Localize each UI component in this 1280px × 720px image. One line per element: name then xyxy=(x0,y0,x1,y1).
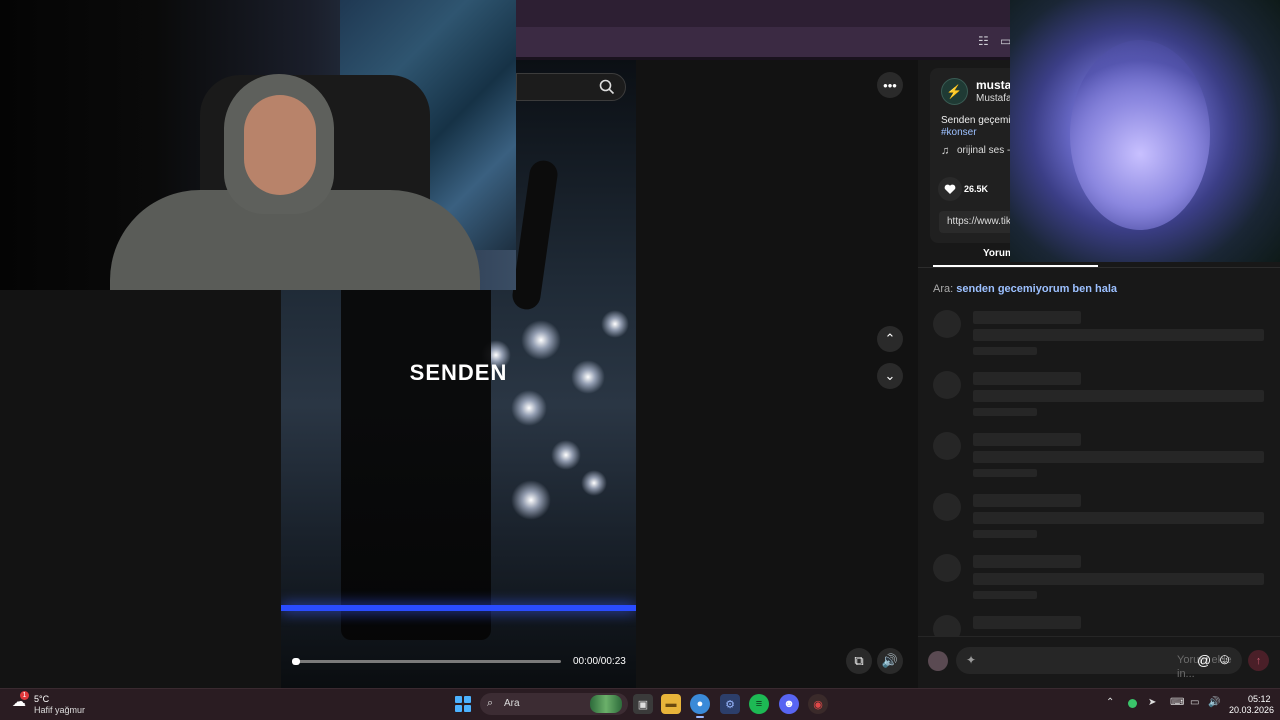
windows-logo-tile xyxy=(464,696,471,703)
video-description: Senden geçemiy xyxy=(941,115,1016,126)
streamer-webcam xyxy=(0,0,516,290)
speaker-icon: 🔊 xyxy=(881,653,899,668)
reaction-monkey xyxy=(1070,40,1210,230)
chevron-up-icon: ⌃ xyxy=(884,331,896,346)
search-suggestion-label: Ara: xyxy=(933,283,954,295)
start-button[interactable] xyxy=(455,696,471,712)
taskbar-search-placeholder: Ara xyxy=(504,698,520,709)
comment-skeleton-avatar xyxy=(933,310,961,338)
share-link-field[interactable]: https://www.tik xyxy=(939,211,1014,233)
windows-logo-tile xyxy=(464,705,471,712)
author-avatar[interactable]: ⚡ xyxy=(941,78,968,105)
comment-skeleton-line xyxy=(973,372,1081,385)
display-icon[interactable]: ▭ xyxy=(1190,697,1199,708)
windows-logo-tile xyxy=(455,705,462,712)
music-note-icon: ♫ xyxy=(941,145,950,157)
weather-condition[interactable]: Hafif yağmur xyxy=(34,705,85,715)
comment-skeleton-line xyxy=(973,469,1037,477)
translate-icon[interactable]: ☷ xyxy=(978,34,989,48)
weather-temperature[interactable]: 5°C xyxy=(34,694,49,704)
video-time: 00:00/00:23 xyxy=(573,656,626,667)
search-highlight-art xyxy=(590,695,622,713)
comment-skeleton-line xyxy=(973,408,1037,416)
comment-skeleton-line xyxy=(973,616,1081,629)
keyboard-icon[interactable]: ⌨ xyxy=(1170,697,1184,708)
crowd-light xyxy=(511,480,551,520)
more-options-button[interactable]: ••• xyxy=(877,72,903,98)
next-video-button[interactable]: ⌄ xyxy=(877,363,903,389)
like-button[interactable] xyxy=(938,177,962,201)
speaker-icon[interactable]: 🔊 xyxy=(1208,697,1220,708)
clock-date[interactable]: 20.03.2026 xyxy=(1229,705,1274,715)
like-count: 26.5K xyxy=(964,184,989,194)
comment-skeleton-line xyxy=(973,329,1264,341)
emoji-icon[interactable]: ☺ xyxy=(1217,651,1232,668)
comment-skeleton-line xyxy=(973,573,1264,585)
progress-bar[interactable] xyxy=(293,660,561,663)
author-handle: Mustafa xyxy=(976,93,1012,104)
comment-skeleton-line xyxy=(973,347,1037,355)
volume-button[interactable]: 🔊 xyxy=(877,648,903,674)
performer-arm xyxy=(510,158,560,312)
comment-skeleton-line xyxy=(973,390,1264,402)
comment-skeleton-line xyxy=(973,451,1264,463)
comment-skeleton-line xyxy=(973,555,1081,568)
comment-skeleton-avatar xyxy=(933,554,961,582)
windows-logo-tile xyxy=(455,696,462,703)
task-view-icon[interactable]: ▣ xyxy=(633,694,653,714)
clock-time[interactable]: 05:12 xyxy=(1248,694,1271,704)
left-gutter xyxy=(0,290,281,688)
comment-skeleton-line xyxy=(973,591,1037,599)
crowd-light xyxy=(551,440,581,470)
comment-skeleton-line xyxy=(973,433,1081,446)
hashtag-link[interactable]: #konser xyxy=(941,127,977,138)
comment-skeleton-avatar xyxy=(933,371,961,399)
settings-app-icon[interactable]: ⚙ xyxy=(720,694,740,714)
crowd-light xyxy=(521,320,561,360)
picture-in-picture-icon: ⧉ xyxy=(854,653,864,668)
file-explorer-icon[interactable]: ▬ xyxy=(661,694,681,714)
search-suggestion-query[interactable]: senden gecemiyorum ben hala xyxy=(956,283,1117,295)
crowd-light xyxy=(511,390,547,426)
search-icon: ⌕ xyxy=(487,697,494,709)
discord-icon[interactable]: ☻ xyxy=(779,694,799,714)
arrow-up-icon: ↑ xyxy=(1255,654,1262,667)
gif-icon[interactable]: ✦ xyxy=(966,653,976,667)
chrome-icon[interactable]: ● xyxy=(690,694,710,714)
chevron-up-icon[interactable]: ⌃ xyxy=(1106,697,1114,708)
crowd-light xyxy=(581,470,607,496)
comment-skeleton-line xyxy=(973,512,1264,524)
user-avatar[interactable] xyxy=(928,651,948,671)
tab-divider xyxy=(918,267,1280,268)
search-icon[interactable] xyxy=(598,78,616,96)
send-comment-button[interactable]: ↑ xyxy=(1248,650,1269,671)
spotify-icon[interactable]: ≡ xyxy=(749,694,769,714)
music-title[interactable]: orijinal ses - xyxy=(957,145,1010,156)
weather-badge: 1 xyxy=(20,691,29,700)
previous-video-button[interactable]: ⌃ xyxy=(877,326,903,352)
status-dot-icon[interactable] xyxy=(1128,699,1137,708)
chevron-down-icon: ⌄ xyxy=(884,368,896,383)
ellipsis-icon: ••• xyxy=(883,77,897,93)
lightning-icon: ⚡ xyxy=(946,83,963,99)
streamer-face xyxy=(244,95,316,195)
send-icon[interactable]: ➤ xyxy=(1148,697,1156,708)
crowd-light xyxy=(601,310,629,338)
stage-light xyxy=(281,605,636,611)
search-suggestion[interactable]: Ara: senden gecemiyorum ben hala xyxy=(933,283,1117,295)
progress-handle[interactable] xyxy=(292,658,300,665)
obs-icon[interactable]: ◉ xyxy=(808,694,828,714)
comment-skeleton-avatar xyxy=(933,432,961,460)
comment-skeleton-line xyxy=(973,494,1081,507)
active-app-indicator xyxy=(696,716,704,718)
mention-icon[interactable]: @ xyxy=(1197,652,1211,668)
pip-button[interactable]: ⧉ xyxy=(846,648,872,674)
video-caption: SENDEN xyxy=(409,360,508,385)
comment-skeleton-line xyxy=(973,530,1037,538)
comment-skeleton-line xyxy=(973,311,1081,324)
author-name[interactable]: musta xyxy=(976,78,1011,92)
comment-skeleton-avatar xyxy=(933,493,961,521)
